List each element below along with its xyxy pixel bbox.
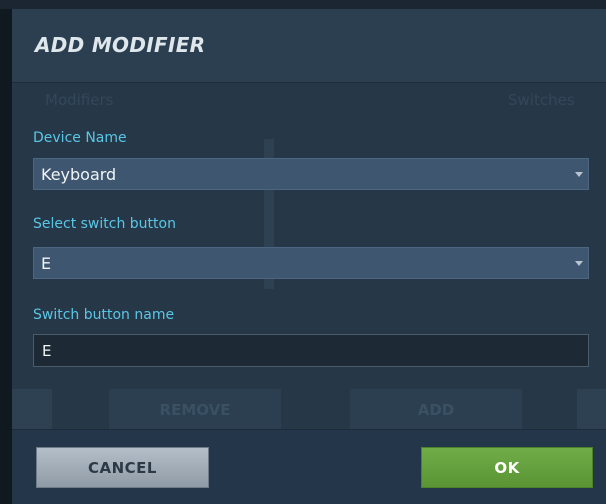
switch-button-value: E	[41, 254, 52, 273]
background-column-modifiers: Modifiers	[45, 91, 114, 109]
dialog-footer: CANCEL OK	[12, 430, 606, 504]
cancel-button[interactable]: CANCEL	[36, 447, 209, 488]
switch-button-select[interactable]: E	[33, 247, 589, 279]
app-window: ADD MODIFIER Modifiers Switches REMOVE A…	[0, 0, 606, 504]
add-modifier-dialog: ADD MODIFIER Modifiers Switches REMOVE A…	[12, 9, 606, 504]
device-name-select[interactable]: Keyboard	[33, 158, 589, 190]
switch-button-name-label: Switch button name	[33, 307, 175, 323]
background-add-button: ADD	[350, 389, 522, 431]
background-button-stub-right	[577, 389, 606, 431]
background-remove-button: REMOVE	[109, 389, 281, 431]
dialog-header: ADD MODIFIER	[12, 9, 606, 82]
background-button-stub-left	[12, 389, 52, 431]
switch-button-name-input[interactable]: E	[33, 334, 589, 367]
ok-button[interactable]: OK	[421, 447, 593, 488]
chevron-down-icon	[575, 261, 583, 266]
background-window-strip	[0, 0, 606, 9]
device-name-value: Keyboard	[41, 165, 117, 184]
dialog-title: ADD MODIFIER	[35, 33, 206, 57]
switch-button-label: Select switch button	[33, 216, 176, 232]
background-column-switches: Switches	[508, 91, 575, 109]
switch-button-name-value: E	[42, 342, 52, 360]
device-name-label: Device Name	[33, 130, 127, 146]
chevron-down-icon	[575, 172, 583, 177]
